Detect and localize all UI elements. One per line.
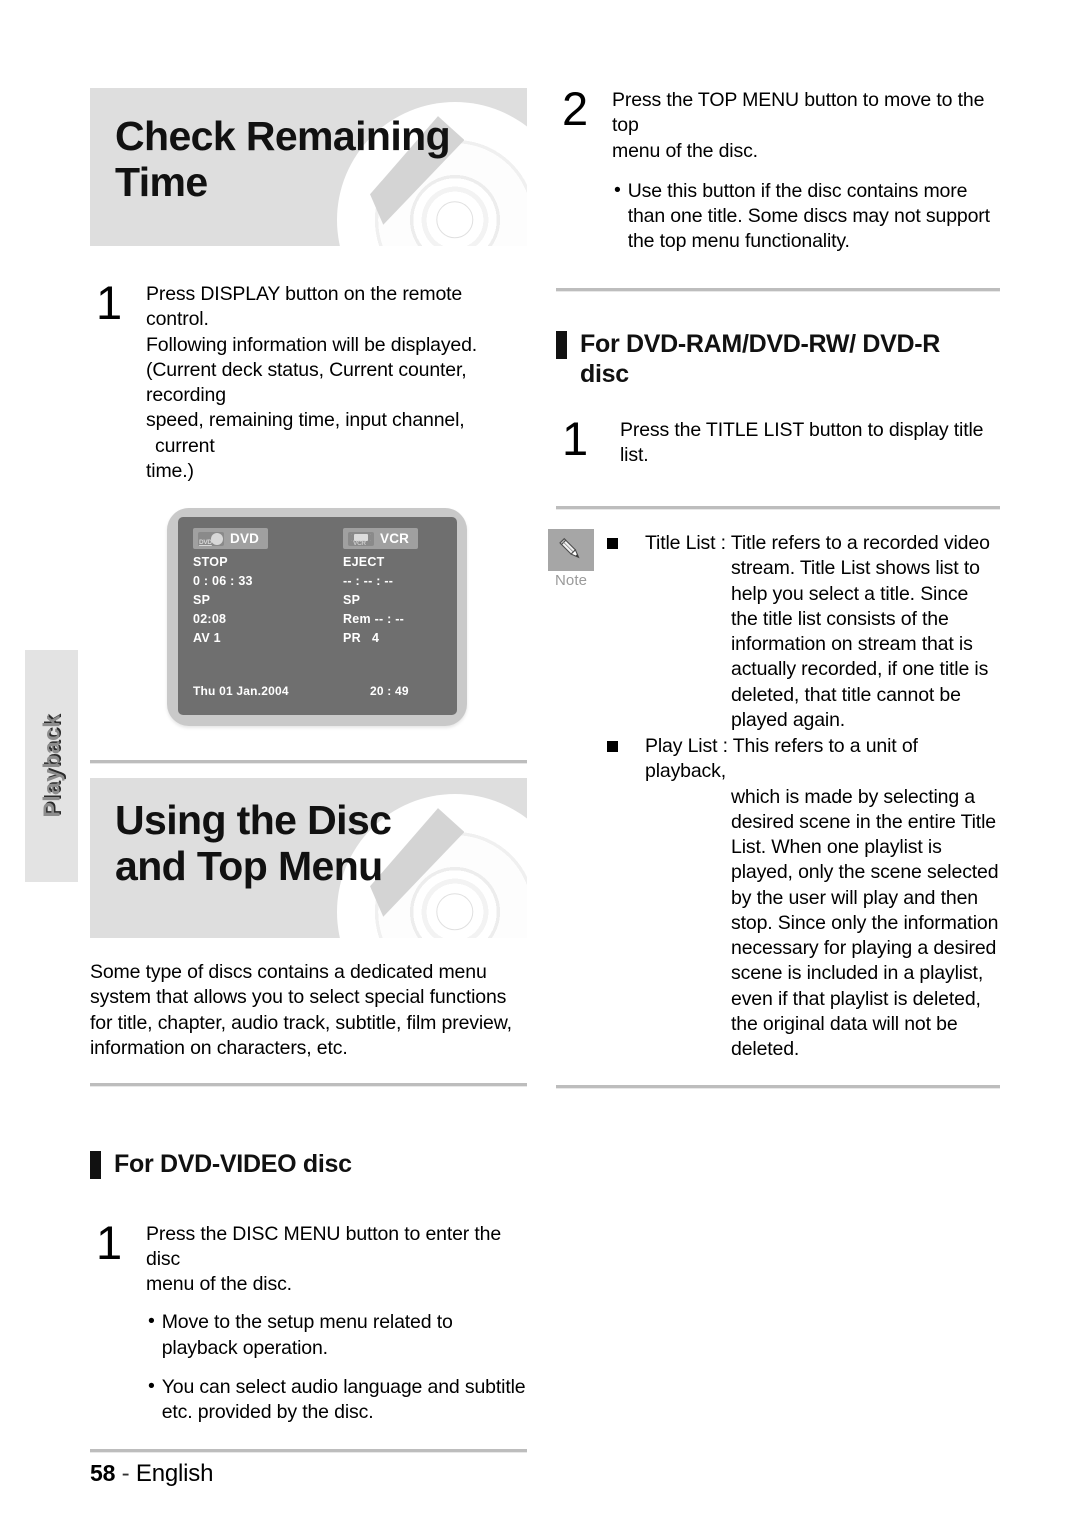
list-item: Play List : This refers to a unit of pla… — [597, 734, 1000, 1062]
osd-line: STOP — [193, 555, 228, 569]
note-items: Title List : Title refers to a recorded … — [597, 529, 1000, 1063]
note-continuation: stream. Title List shows list to help yo… — [731, 557, 989, 731]
tv-display-mockup: DVD STOP 0 : 06 : 33 SP 02:08 AV 1 VCR E… — [167, 508, 467, 726]
osd-line: EJECT — [343, 555, 385, 569]
heading-bar-icon — [90, 1151, 101, 1179]
step-text: Press the TITLE LIST button to display t… — [620, 418, 984, 466]
pencil-icon — [548, 529, 594, 571]
osd-line: AV 1 — [193, 631, 221, 645]
step-line: Following information will be displayed. — [146, 333, 478, 356]
osd-screen: DVD STOP 0 : 06 : 33 SP 02:08 AV 1 VCR E… — [178, 517, 457, 715]
osd-line: PR 4 — [343, 631, 380, 645]
heading-line-2: disc — [580, 360, 629, 388]
bullet-list: • Move to the setup menu related to play… — [90, 1310, 527, 1425]
list-item: • Move to the setup menu related to play… — [148, 1310, 527, 1361]
footer-separator: - — [121, 1460, 130, 1487]
heading-text: For DVD-VIDEO disc — [114, 1150, 352, 1178]
step-line: Press DISPLAY button on the remote contr… — [146, 283, 463, 331]
osd-line: Rem -- : -- — [343, 612, 405, 626]
vcr-cassette-icon — [348, 531, 374, 546]
bullet-marker: • — [614, 178, 621, 201]
section-divider — [556, 287, 1000, 292]
section-divider — [556, 506, 1000, 510]
section-divider — [90, 760, 527, 764]
note-icon-wrap: Note — [545, 529, 597, 589]
sidebar-chapter-tab: Playback — [25, 650, 78, 882]
bullet-text: Use this button if the disc contains mor… — [627, 179, 990, 253]
step-disc-menu-button: 1 Press the DISC MENU button to enter th… — [90, 1215, 527, 1298]
step-text: Press the DISC MENU button to enter the … — [146, 1222, 527, 1298]
step-line: menu of the disc. — [146, 1273, 292, 1295]
osd-vcr-panel: VCR EJECT -- : -- : -- SP Rem -- : -- PR… — [343, 528, 419, 648]
banner-check-remaining-time: Check Remaining Time — [90, 88, 527, 246]
step-top-menu-button: 2 Press the TOP MENU button to move to t… — [556, 82, 1000, 164]
note-lead: Play List : This refers to a unit of pla… — [645, 735, 918, 783]
banner-using-disc-top-menu: Using the Disc and Top Menu — [90, 778, 527, 938]
step-number: 1 — [96, 1215, 122, 1269]
list-item: • Use this button if the disc contains m… — [614, 179, 1000, 255]
osd-line: -- : -- : -- — [343, 574, 394, 588]
osd-line: SP — [193, 593, 211, 607]
disc-hole — [436, 201, 474, 239]
step-line: time.) — [146, 459, 194, 482]
dvd-badge-label: DVD — [230, 531, 260, 546]
vcr-badge-label: VCR — [380, 531, 410, 546]
step-number: 1 — [562, 411, 588, 465]
step-number: 2 — [562, 82, 588, 135]
bullet-text: You can select audio language and subtit… — [161, 1375, 526, 1423]
note-text: Play List : This refers to a unit of pla… — [645, 734, 1000, 1062]
list-item: Title List : Title refers to a recorded … — [597, 531, 1000, 733]
pencil-glyph — [559, 537, 580, 559]
square-bullet-icon — [607, 538, 618, 549]
right-column: 2 Press the TOP MENU button to move to t… — [548, 0, 1000, 1090]
step-line: Press the DISC MENU button to enter the … — [146, 1222, 502, 1270]
banner-title: Check Remaining Time — [115, 113, 451, 205]
step-text: Press the TOP MENU button to move to the… — [612, 88, 1000, 164]
banner-title: Using the Disc and Top Menu — [115, 797, 392, 889]
heading-line-1: For DVD-RAM/DVD-RW/ DVD-R — [580, 329, 941, 358]
osd-date: Thu 01 Jan.2004 — [193, 684, 289, 698]
osd-dvd-panel: DVD STOP 0 : 06 : 33 SP 02:08 AV 1 — [193, 528, 269, 648]
note-callout: Note Title List : Title refers to a reco… — [545, 529, 1000, 1063]
step-line: speed, remaining time, input channel, cu… — [146, 409, 465, 457]
osd-line: 0 : 06 : 33 — [193, 574, 253, 588]
left-column: Check Remaining Time 1 Press DISPLAY but… — [90, 0, 527, 1454]
note-label: Note — [554, 572, 588, 589]
dvd-badge: DVD — [193, 528, 269, 549]
section-divider — [90, 1449, 527, 1454]
section-divider — [90, 1083, 527, 1087]
bullet-marker: • — [148, 1374, 155, 1397]
bullet-text: Move to the setup menu related to playba… — [161, 1311, 453, 1359]
osd-line: 02:08 — [193, 612, 227, 626]
square-bullet-icon — [607, 741, 618, 752]
step-line: menu of the disc. — [612, 139, 758, 162]
osd-line: SP — [343, 593, 361, 607]
step-number: 1 — [96, 276, 122, 329]
footer-language: English — [135, 1460, 214, 1487]
bullet-list: • Use this button if the disc contains m… — [556, 179, 1000, 255]
heading-for-dvd-ram-rw-r-disc: For DVD-RAM/DVD-RW/ DVD-R disc — [556, 329, 1000, 390]
dvd-disc-icon — [198, 531, 224, 546]
step-line: Press the TOP MENU button to move to the… — [612, 89, 985, 137]
step-display-button: 1 Press DISPLAY button on the remote con… — [90, 276, 527, 484]
vcr-badge: VCR — [343, 528, 419, 549]
step-title-list-button: 1 Press the TITLE LIST button to display… — [556, 411, 1000, 469]
page-footer: 58 - English — [90, 1460, 213, 1488]
note-lead: Title List : Title refers to a recorded … — [645, 532, 990, 554]
bullet-marker: • — [148, 1310, 155, 1333]
section-divider — [556, 1085, 1000, 1090]
note-text: Title List : Title refers to a recorded … — [645, 531, 1000, 733]
sidebar-chapter-label: Playback — [38, 714, 64, 818]
step-text: Press DISPLAY button on the remote contr… — [146, 282, 527, 484]
heading-bar-icon — [556, 330, 567, 359]
heading-for-dvd-video-disc: For DVD-VIDEO disc — [90, 1149, 527, 1180]
list-item: • You can select audio language and subt… — [148, 1375, 527, 1426]
intro-paragraph: Some type of discs contains a dedicated … — [90, 961, 512, 1059]
note-continuation: which is made by selecting a desired sce… — [731, 785, 999, 1061]
osd-clock: 20 : 49 — [370, 684, 409, 698]
disc-hole — [436, 893, 474, 931]
step-line: (Current deck status, Current counter, r… — [146, 358, 467, 406]
heading-text: For DVD-RAM/DVD-RW/ DVD-R disc — [580, 329, 940, 390]
page-number: 58 — [90, 1460, 116, 1486]
